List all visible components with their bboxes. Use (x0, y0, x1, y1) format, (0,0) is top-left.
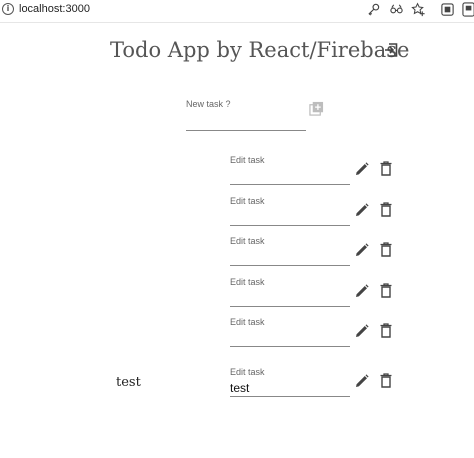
edit-task-label: Edit task (230, 155, 265, 165)
edit-icon[interactable] (355, 243, 369, 257)
browser-address-bar: i localhost:3000 (0, 0, 474, 23)
task-name: test (116, 375, 141, 390)
edit-task-label: Edit task (230, 277, 265, 287)
task-row: Edit task (0, 277, 474, 307)
profile-icon[interactable] (462, 2, 474, 17)
add-box-icon[interactable] (309, 101, 324, 116)
task-row: test Edit task (0, 367, 474, 397)
delete-icon[interactable] (380, 323, 392, 338)
new-task-label: New task ? (186, 99, 231, 109)
url-text[interactable]: localhost:3000 (19, 3, 90, 15)
delete-icon[interactable] (380, 242, 392, 257)
edit-icon[interactable] (355, 203, 369, 217)
new-task-field: New task ? (186, 99, 306, 131)
page-title: Todo App by React/Firebase (110, 38, 410, 62)
task-row: Edit task (0, 196, 474, 226)
logout-icon[interactable] (383, 42, 399, 58)
edit-task-input[interactable] (230, 290, 350, 307)
collections-icon[interactable] (440, 2, 455, 17)
edit-task-label: Edit task (230, 236, 265, 246)
edit-task-label: Edit task (230, 196, 265, 206)
delete-icon[interactable] (380, 373, 392, 388)
edit-task-input[interactable] (230, 249, 350, 266)
edit-task-field: Edit task (230, 317, 350, 347)
info-icon[interactable]: i (2, 3, 14, 15)
delete-icon[interactable] (380, 161, 392, 176)
edit-task-input[interactable] (230, 330, 350, 347)
delete-icon[interactable] (380, 202, 392, 217)
edit-task-input[interactable] (230, 168, 350, 185)
delete-icon[interactable] (380, 283, 392, 298)
task-row: Edit task (0, 317, 474, 347)
edit-task-field: Edit task (230, 155, 350, 185)
reading-mode-icon[interactable] (389, 2, 404, 17)
edit-task-input[interactable] (230, 209, 350, 226)
edit-task-field: Edit task (230, 196, 350, 226)
edit-task-field: Edit task (230, 367, 350, 397)
new-task-input[interactable] (186, 114, 306, 131)
edit-icon[interactable] (355, 374, 369, 388)
edit-icon[interactable] (355, 162, 369, 176)
favorite-icon[interactable] (411, 2, 426, 17)
task-row: Edit task (0, 155, 474, 185)
edit-task-field: Edit task (230, 277, 350, 307)
edit-icon[interactable] (355, 284, 369, 298)
edit-task-label: Edit task (230, 317, 265, 327)
edit-task-field: Edit task (230, 236, 350, 266)
task-row: Edit task (0, 236, 474, 266)
key-icon[interactable] (366, 2, 381, 17)
edit-task-label: Edit task (230, 367, 265, 377)
edit-task-input[interactable] (230, 380, 350, 397)
edit-icon[interactable] (355, 324, 369, 338)
